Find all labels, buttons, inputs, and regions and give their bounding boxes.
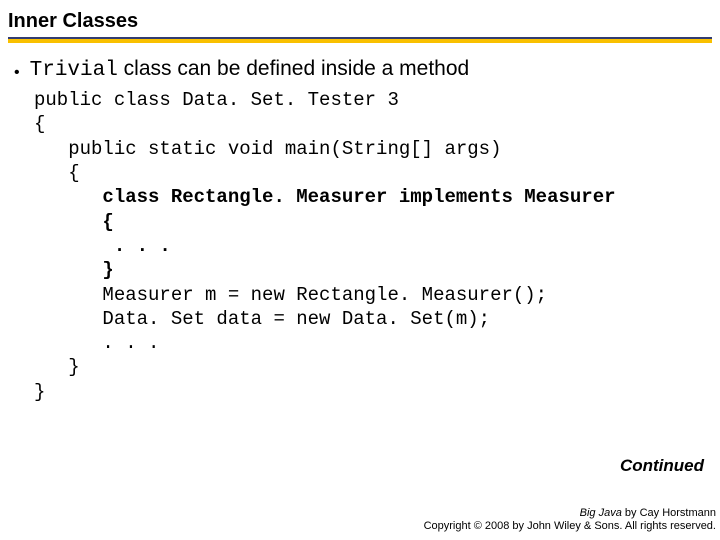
code-line: Data. Set data = new Data. Set(m); <box>34 308 490 330</box>
code-line: Measurer m = new Rectangle. Measurer(); <box>34 284 547 306</box>
footer-line-1: Big Java by Cay Horstmann <box>424 507 716 521</box>
bullet-code-word: Trivial <box>30 59 118 82</box>
code-line: public static void main(String[] args) <box>34 138 501 160</box>
slide-title: Inner Classes <box>8 10 712 37</box>
code-line: } <box>34 381 45 403</box>
bullet-icon: • <box>14 65 20 81</box>
bullet-text: Trivial class can be defined inside a me… <box>30 57 470 82</box>
slide: Inner Classes • Trivial class can be def… <box>0 0 720 540</box>
footer-book-title: Big Java <box>580 507 622 519</box>
code-line-bold: class Rectangle. Measurer implements Mea… <box>34 186 616 208</box>
code-line: public class Data. Set. Tester 3 <box>34 89 399 111</box>
code-block: public class Data. Set. Tester 3 { publi… <box>8 88 712 404</box>
code-line: } <box>34 356 80 378</box>
bullet-item: • Trivial class can be defined inside a … <box>8 57 712 82</box>
continued-label: Continued <box>620 456 704 476</box>
code-line-bold: { <box>34 211 114 233</box>
code-line: . . . <box>34 332 159 354</box>
bullet-rest: class can be defined inside a method <box>118 57 469 80</box>
footer-line-2: Copyright © 2008 by John Wiley & Sons. A… <box>424 520 716 534</box>
code-line: { <box>34 162 80 184</box>
code-line-bold: } <box>34 259 114 281</box>
footer: Big Java by Cay Horstmann Copyright © 20… <box>424 507 716 535</box>
code-line: { <box>34 113 45 135</box>
code-line-bold: . . . <box>34 235 171 257</box>
footer-author: by Cay Horstmann <box>622 507 716 519</box>
rule-yellow <box>8 39 712 43</box>
